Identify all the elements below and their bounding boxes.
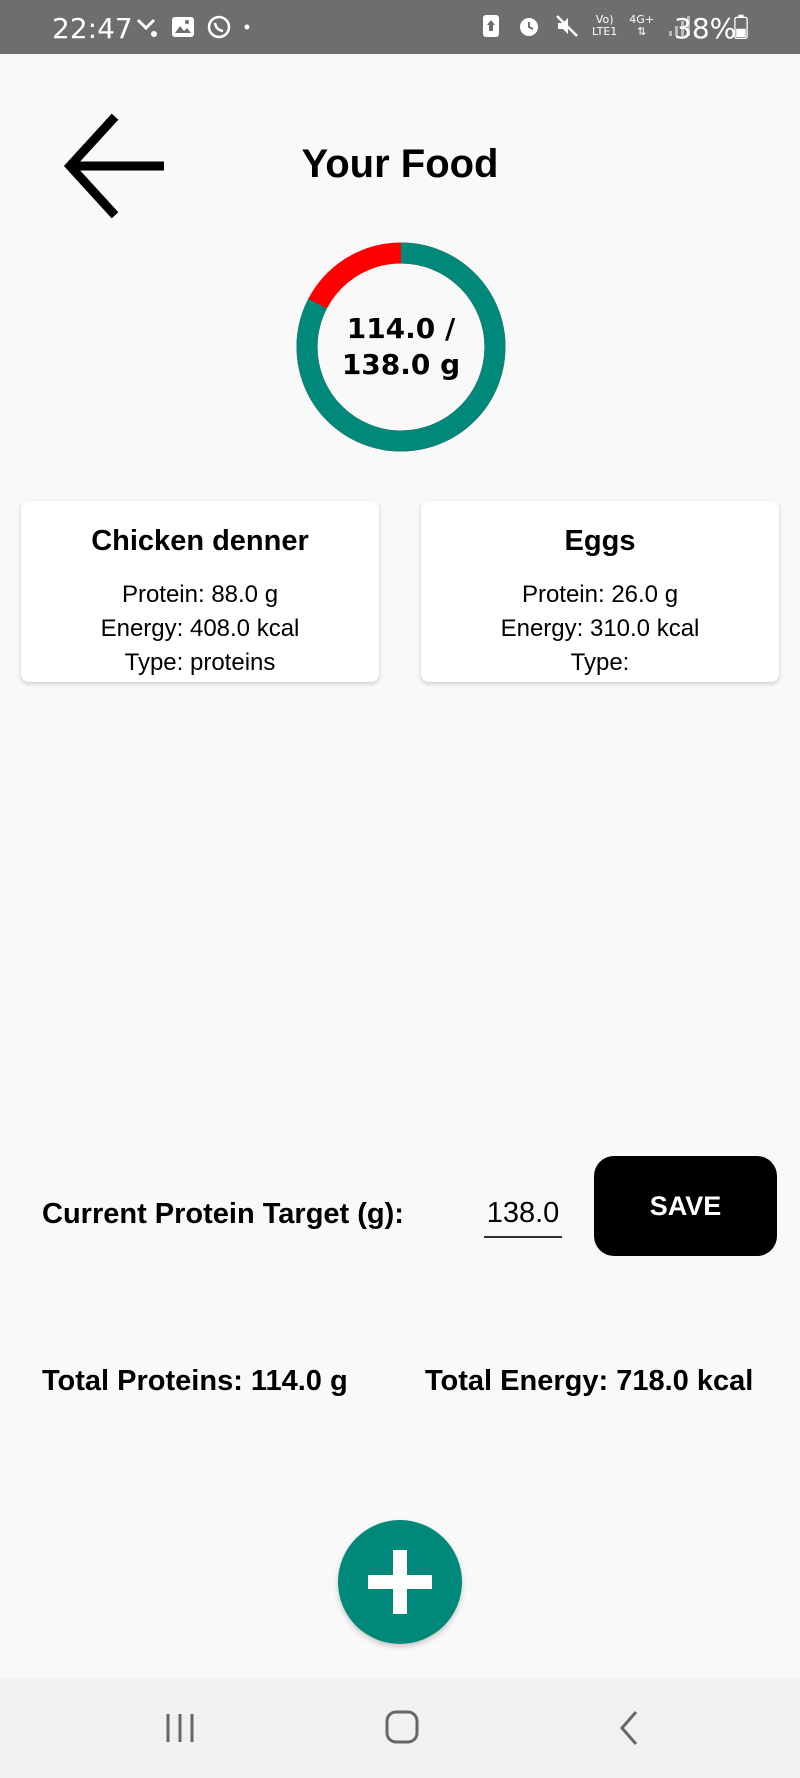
system-nav-bar bbox=[0, 1678, 800, 1778]
save-button[interactable]: SAVE bbox=[594, 1156, 777, 1256]
missed-call-icon bbox=[136, 18, 157, 37]
status-bar: 22:47 Vo) LTE1 4G+ ⇅ 38% bbox=[0, 0, 800, 54]
whatsapp-icon bbox=[207, 15, 231, 39]
food-type: Type: proteins bbox=[124, 649, 276, 676]
battery-percent: 38% bbox=[674, 12, 737, 45]
progress-target: 138.0 g bbox=[341, 348, 461, 381]
back-icon[interactable] bbox=[600, 1700, 660, 1756]
system-icons: Vo) LTE1 4G+ ⇅ bbox=[478, 13, 692, 39]
food-type: Type: bbox=[570, 649, 630, 676]
upload-icon bbox=[483, 15, 499, 37]
gallery-icon bbox=[172, 17, 194, 37]
food-name: Chicken denner bbox=[91, 525, 309, 557]
food-card[interactable]: Eggs Protein: 26.0 g Energy: 310.0 kcal … bbox=[421, 501, 779, 682]
mute-icon bbox=[556, 15, 578, 37]
dot-icon bbox=[244, 24, 250, 30]
4g-icon: 4G+ ⇅ bbox=[629, 13, 655, 38]
protein-target-input[interactable] bbox=[484, 1190, 562, 1238]
total-energy: Total Energy: 718.0 kcal bbox=[425, 1365, 754, 1397]
add-food-button[interactable] bbox=[338, 1520, 462, 1644]
lte-label: LTE1 bbox=[592, 25, 618, 38]
volte-icon: Vo) LTE1 bbox=[592, 14, 617, 38]
home-icon[interactable] bbox=[372, 1700, 432, 1756]
food-name: Eggs bbox=[564, 525, 636, 557]
total-proteins: Total Proteins: 114.0 g bbox=[42, 1365, 348, 1397]
food-card[interactable]: Chicken denner Protein: 88.0 g Energy: 4… bbox=[21, 501, 379, 682]
progress-consumed: 114.0 / bbox=[346, 312, 456, 345]
food-energy: Energy: 310.0 kcal bbox=[500, 615, 700, 642]
battery-icon bbox=[734, 14, 748, 40]
progress-text: 114.0 / 138.0 g bbox=[296, 242, 506, 452]
food-protein: Protein: 26.0 g bbox=[521, 581, 679, 608]
notification-icons bbox=[134, 14, 258, 40]
plus-icon bbox=[368, 1550, 432, 1614]
food-protein: Protein: 88.0 g bbox=[121, 581, 279, 608]
protein-target-label: Current Protein Target (g): bbox=[42, 1198, 404, 1230]
status-time: 22:47 bbox=[52, 12, 133, 45]
recents-icon[interactable] bbox=[150, 1700, 210, 1756]
page-title: Your Food bbox=[301, 142, 499, 186]
protein-progress-ring: 114.0 / 138.0 g bbox=[296, 242, 506, 452]
alarm-icon bbox=[520, 18, 538, 36]
food-energy: Energy: 408.0 kcal bbox=[100, 615, 300, 642]
